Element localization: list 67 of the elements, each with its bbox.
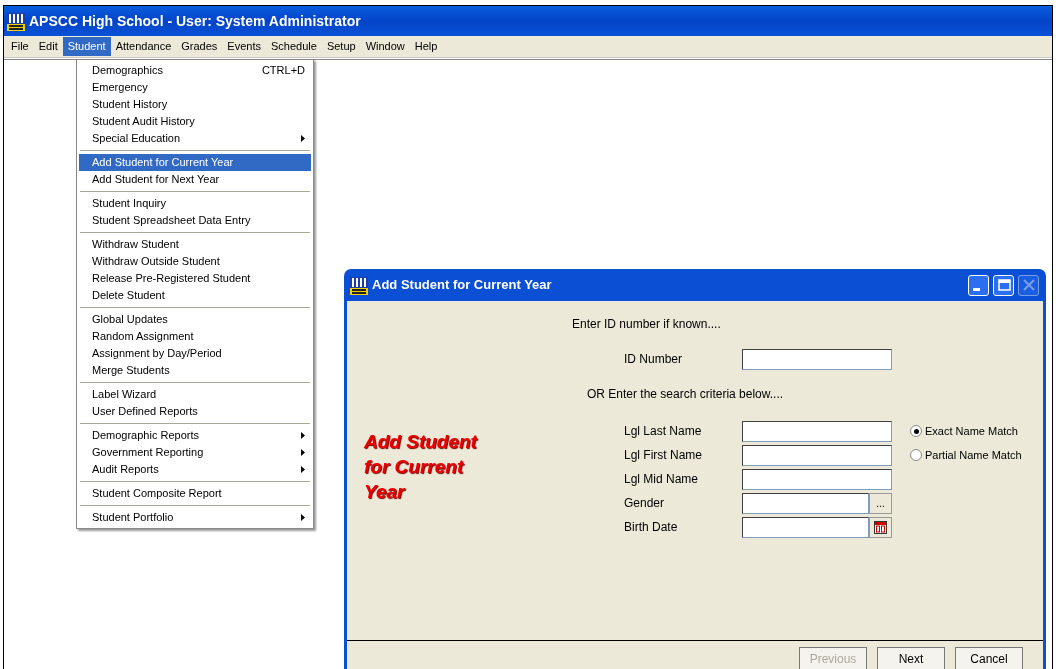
input-field[interactable]: [742, 468, 892, 490]
menu-item[interactable]: Demographics CTRL+D: [79, 62, 311, 79]
menu-item[interactable]: Government Reporting: [79, 444, 311, 461]
menu-item[interactable]: Student Composite Report: [79, 485, 311, 502]
calendar-icon: [874, 520, 887, 534]
lookup-button[interactable]: ...: [869, 492, 892, 514]
menu-item[interactable]: Events: [222, 37, 266, 56]
menu-item[interactable]: Edit: [33, 37, 63, 56]
dialog-title: Add Student for Current Year: [372, 276, 553, 295]
close-icon: [1021, 278, 1036, 292]
menu-item[interactable]: Demographic Reports: [79, 427, 311, 444]
menu-item[interactable]: Student Inquiry: [79, 195, 311, 212]
menu-item[interactable]: Grades: [176, 37, 223, 56]
calendar-button[interactable]: [869, 516, 892, 538]
menu-item[interactable]: Student Audit History: [79, 113, 311, 130]
maximize-button[interactable]: [993, 274, 1014, 296]
minimize-icon: [973, 288, 980, 291]
field-label: Lgl First Name: [624, 447, 704, 464]
menu-item[interactable]: Student: [62, 37, 111, 56]
menu-item[interactable]: Schedule: [266, 37, 322, 56]
window-title: APSCC High School - User: System Administrator: [29, 11, 361, 31]
radio-label: Partial Name Match: [925, 447, 1022, 463]
field-label: Birth Date: [624, 519, 679, 536]
menu-item[interactable]: Release Pre-Registered Student: [79, 270, 311, 287]
menu-item[interactable]: User Defined Reports: [79, 403, 311, 420]
radio-button[interactable]: [910, 425, 922, 437]
maximize-icon: [996, 278, 1011, 292]
menu-item[interactable]: Withdraw Outside Student: [79, 253, 311, 270]
field-label: ID Number: [624, 351, 683, 368]
menu-item[interactable]: Add Student for Next Year: [79, 171, 311, 188]
minimize-button[interactable]: [968, 274, 989, 296]
dialog-button[interactable]: Next: [877, 646, 945, 669]
input-field[interactable]: [742, 444, 892, 466]
radio-button[interactable]: [910, 449, 922, 461]
app-logo-icon: [7, 12, 25, 31]
menu-item[interactable]: Delete Student: [79, 287, 311, 304]
field-label: Gender: [624, 495, 666, 512]
menu-item[interactable]: Merge Students: [79, 362, 311, 379]
radio-label: Exact Name Match: [925, 423, 1018, 439]
menu-item[interactable]: Student Spreadsheet Data Entry: [79, 212, 311, 229]
menu-item[interactable]: Special Education: [79, 130, 311, 147]
menu-item[interactable]: Random Assignment: [79, 328, 311, 345]
input-field[interactable]: [742, 420, 892, 442]
instruction-text: Enter ID number if known....: [572, 316, 722, 333]
menu-item[interactable]: Global Updates: [79, 311, 311, 328]
menu-item[interactable]: Setup: [321, 37, 361, 56]
menu-item[interactable]: Help: [409, 37, 443, 56]
field-label: Lgl Mid Name: [624, 471, 700, 488]
menu-item[interactable]: Add Student for Current Year: [79, 154, 311, 171]
menu-item[interactable]: File: [6, 37, 34, 56]
menu-item[interactable]: Audit Reports: [79, 461, 311, 478]
menu-item[interactable]: Withdraw Student: [79, 236, 311, 253]
menu-item[interactable]: Attendance: [110, 37, 177, 56]
field-label: Lgl Last Name: [624, 423, 703, 440]
banner-heading: Add Student for Current Year: [364, 431, 477, 502]
app-logo-icon: [350, 276, 368, 295]
id-number-field[interactable]: [742, 348, 892, 370]
menu-item[interactable]: Emergency: [79, 79, 311, 96]
menu-item[interactable]: Student History: [79, 96, 311, 113]
menu-item[interactable]: Label Wizard: [79, 386, 311, 403]
menu-item[interactable]: Assignment by Day/Period: [79, 345, 311, 362]
menu-item[interactable]: Student Portfolio: [79, 509, 311, 526]
dialog-button[interactable]: Cancel: [955, 646, 1023, 669]
date-field[interactable]: [742, 516, 869, 538]
menu-item[interactable]: Window: [360, 37, 410, 56]
input-field[interactable]: [742, 492, 869, 514]
instruction-text: OR Enter the search criteria below....: [587, 386, 785, 403]
